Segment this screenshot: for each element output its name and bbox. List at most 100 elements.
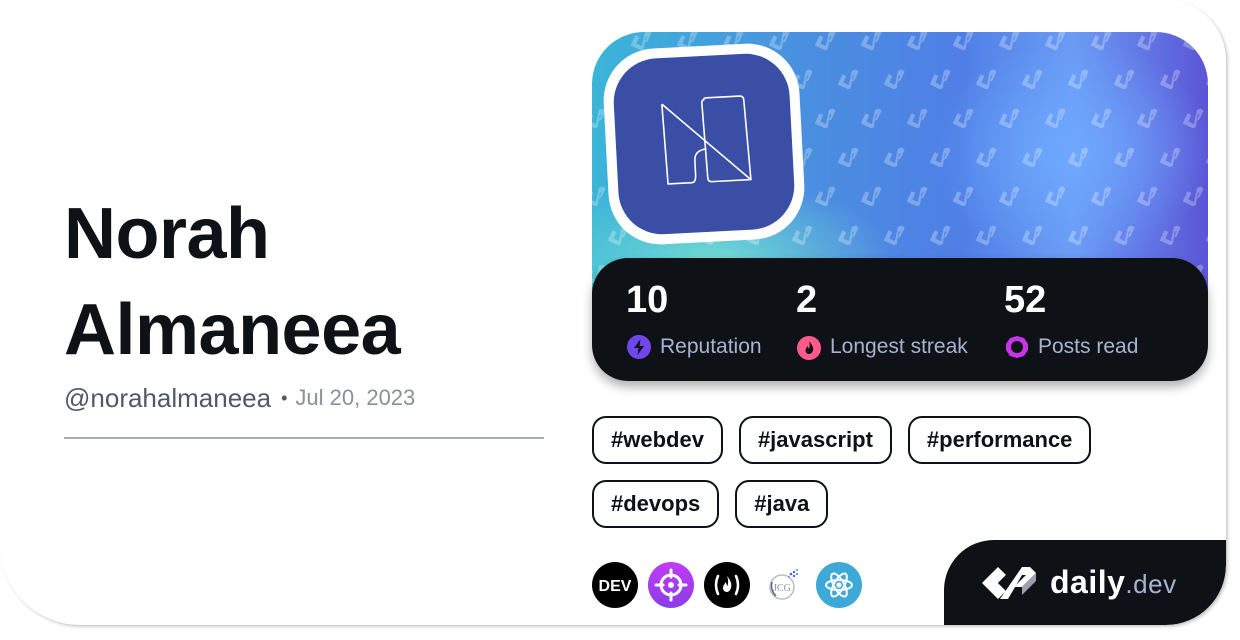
divider xyxy=(64,437,544,439)
joined-date: Jul 20, 2023 xyxy=(295,385,416,410)
tag-performance[interactable]: #performance xyxy=(907,416,1092,464)
pattern-logo-mark xyxy=(837,147,859,168)
pattern-logo-mark xyxy=(1113,225,1135,246)
tag-devops[interactable]: #devops xyxy=(592,480,720,528)
pattern-logo-mark xyxy=(1044,32,1066,51)
pattern-logo-mark xyxy=(952,108,974,129)
tag-java[interactable]: #java xyxy=(735,480,829,528)
stat-value: 52 xyxy=(1004,279,1047,321)
pattern-logo-mark xyxy=(860,186,882,207)
pattern-logo-mark xyxy=(1067,225,1089,246)
dev-to-icon: DEV xyxy=(599,578,632,595)
profile-name: Norah Almaneea xyxy=(64,186,564,378)
stat-label-row: Reputation xyxy=(626,334,762,360)
pattern-logo-mark xyxy=(906,32,928,51)
stat-value: 2 xyxy=(796,279,818,321)
pattern-logo-mark xyxy=(1159,225,1181,246)
profile-card: Norah Almaneea @norahalmaneea • Jul 20, … xyxy=(0,0,1226,625)
pattern-logo-mark xyxy=(1067,147,1089,168)
source-jcg[interactable]: JCG xyxy=(760,562,806,608)
source-crosshair[interactable] xyxy=(648,562,694,608)
stat-posts-read: 52 Posts read xyxy=(1004,278,1138,360)
pattern-logo-mark xyxy=(929,225,951,246)
pattern-logo-mark xyxy=(1159,147,1181,168)
username[interactable]: @norahalmaneea xyxy=(64,383,271,414)
brand-name-text: daily xyxy=(1050,564,1126,600)
pattern-logo-mark xyxy=(1136,108,1158,129)
pattern-logo-mark xyxy=(1113,69,1135,90)
freecodecamp-icon xyxy=(714,574,740,596)
pattern-logo-mark xyxy=(1182,108,1204,129)
pattern-logo-mark xyxy=(1067,69,1089,90)
pattern-logo-mark xyxy=(1090,186,1112,207)
avatar[interactable] xyxy=(611,51,797,237)
jcg-icon: JCG xyxy=(769,569,798,600)
pattern-logo-mark xyxy=(883,147,905,168)
pattern-logo-mark xyxy=(837,225,859,246)
pattern-logo-mark xyxy=(906,108,928,129)
tag-list: #webdev #javascript #performance #devops… xyxy=(592,416,1152,544)
pattern-logo-mark xyxy=(1136,186,1158,207)
pattern-logo-mark xyxy=(883,69,905,90)
stat-label-row: Posts read xyxy=(1004,334,1138,360)
stat-label: Posts read xyxy=(1038,335,1139,358)
avatar-frame xyxy=(601,41,807,247)
pattern-logo-mark xyxy=(952,32,974,51)
stat-reputation: 10 Reputation xyxy=(626,278,762,360)
pattern-logo-mark xyxy=(952,186,974,207)
tag-row: #webdev #javascript #performance xyxy=(592,416,1152,464)
monogram-n-logo-icon xyxy=(661,95,752,185)
pattern-logo-mark xyxy=(1090,32,1112,51)
first-name: Norah xyxy=(64,194,270,274)
pattern-logo-mark xyxy=(1159,69,1181,90)
pattern-logo-mark xyxy=(998,108,1020,129)
pattern-logo-mark xyxy=(791,225,813,246)
ring-icon xyxy=(1006,336,1028,358)
jcg-text: JCG xyxy=(773,583,791,594)
pattern-logo-mark xyxy=(1021,147,1043,168)
crosshair-icon xyxy=(654,568,688,602)
daily-dev-logo-icon xyxy=(982,566,1036,599)
lightning-icon xyxy=(627,335,651,359)
pattern-logo-mark xyxy=(975,69,997,90)
stat-value: 10 xyxy=(626,279,669,321)
pattern-logo-mark xyxy=(860,108,882,129)
stat-label-row: Longest streak xyxy=(796,334,968,360)
last-name: Almaneea xyxy=(64,290,401,370)
pattern-logo-mark xyxy=(1205,230,1208,246)
brand-name: daily.dev xyxy=(1050,564,1177,601)
pattern-logo-mark xyxy=(1182,186,1204,207)
tag-row: #devops #java xyxy=(592,480,1152,528)
tag-javascript[interactable]: #javascript xyxy=(738,416,892,464)
pattern-logo-mark xyxy=(998,186,1020,207)
pattern-logo-mark xyxy=(814,32,836,51)
pattern-logo-mark xyxy=(883,225,905,246)
pattern-logo-mark xyxy=(814,186,836,207)
pattern-logo-mark xyxy=(837,69,859,90)
pattern-logo-mark xyxy=(1205,152,1208,168)
pattern-logo-mark xyxy=(1090,108,1112,129)
source-dev-to[interactable]: DEV xyxy=(592,562,638,608)
pattern-logo-mark xyxy=(1113,147,1135,168)
daily-dev-brand[interactable]: daily.dev xyxy=(944,540,1226,625)
pattern-logo-mark xyxy=(906,186,928,207)
pattern-logo-mark xyxy=(1044,108,1066,129)
pattern-logo-mark xyxy=(1021,69,1043,90)
pattern-logo-mark xyxy=(975,225,997,246)
dev-to-text: DEV xyxy=(599,578,632,595)
pattern-logo-mark xyxy=(592,32,606,51)
flame-icon xyxy=(797,336,821,360)
pattern-logo-mark xyxy=(1205,74,1208,90)
pattern-logo-mark xyxy=(929,147,951,168)
source-react[interactable] xyxy=(816,562,862,608)
stat-label: Reputation xyxy=(660,335,762,358)
pattern-logo-mark xyxy=(1136,32,1158,51)
stats-panel: 10 Reputation 2 Longest streak 52 Posts … xyxy=(592,258,1208,381)
brand-tld: .dev xyxy=(1125,569,1177,599)
pattern-logo-mark xyxy=(814,108,836,129)
pattern-logo-mark xyxy=(1044,186,1066,207)
profile-meta: @norahalmaneea • Jul 20, 2023 xyxy=(64,380,415,416)
source-freecodecamp[interactable] xyxy=(704,562,750,608)
pattern-logo-mark xyxy=(1021,225,1043,246)
tag-webdev[interactable]: #webdev xyxy=(592,416,723,464)
